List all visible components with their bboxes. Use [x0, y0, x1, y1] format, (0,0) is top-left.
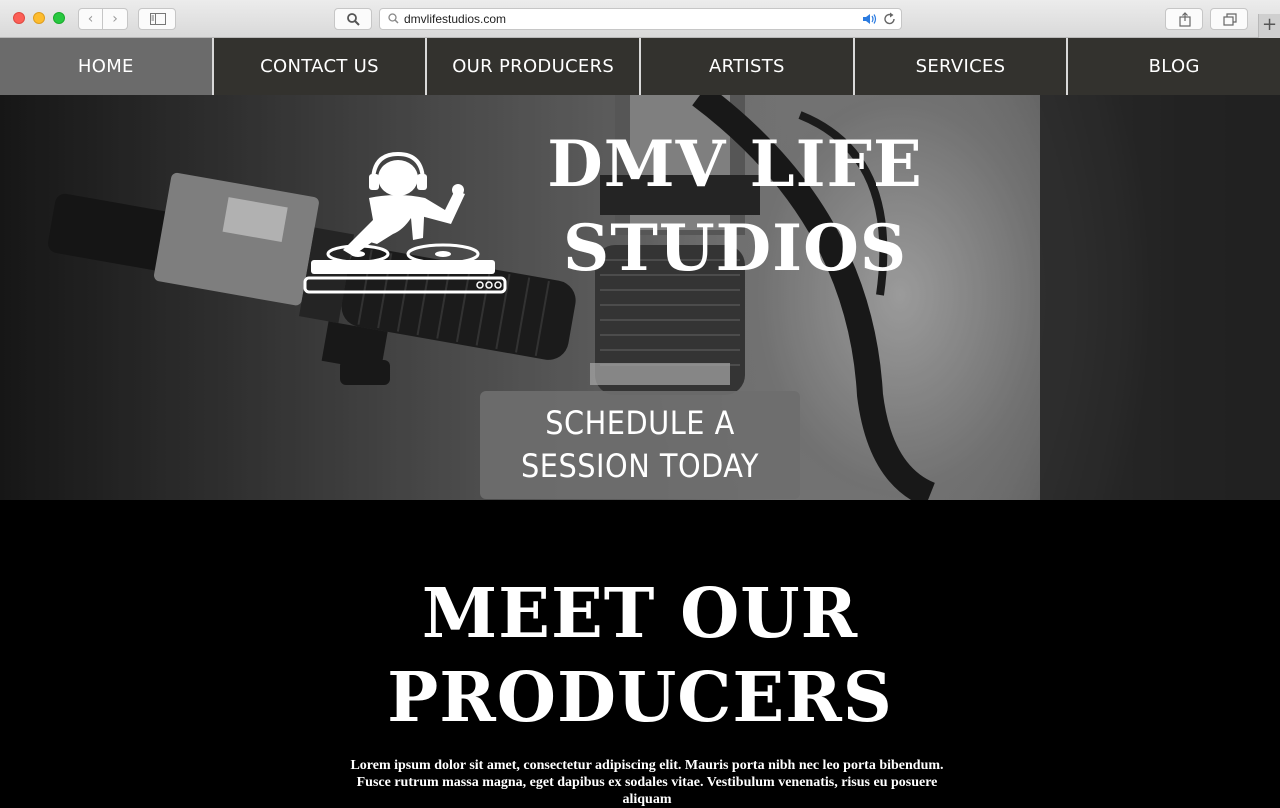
hero-section: DMV LIFE STUDIOS SCHEDULE A SESSION TODA… [0, 95, 1280, 500]
nav-item-label: CONTACT US [260, 56, 379, 77]
cta-label-line-2: SESSION TODAY [521, 447, 759, 485]
forward-button[interactable]: › [103, 8, 128, 30]
producers-section: MEET OUR PRODUCERS Lorem ipsum dolor sit… [0, 500, 1280, 807]
speaker-icon[interactable] [862, 13, 878, 25]
share-icon [1179, 12, 1191, 27]
dj-logo-icon [303, 151, 507, 294]
producers-title: MEET OUR PRODUCERS [340, 572, 940, 740]
nav-item-services[interactable]: SERVICES [854, 38, 1069, 95]
producers-title-line-1: MEET OUR [421, 574, 859, 654]
minimize-window-button[interactable] [33, 12, 45, 24]
nav-item-artists[interactable]: ARTISTS [641, 38, 855, 95]
cta-label-line-1: SCHEDULE A [545, 404, 735, 442]
chevron-right-icon: › [112, 11, 118, 27]
tabs-icon [1223, 13, 1237, 26]
nav-item-label: BLOG [1148, 56, 1200, 77]
producers-description: Lorem ipsum dolor sit amet, consectetur … [350, 758, 944, 807]
schedule-session-button[interactable]: SCHEDULE A SESSION TODAY [480, 391, 800, 499]
nav-item-contact-us[interactable]: CONTACT US [213, 38, 428, 95]
back-button[interactable]: ‹ [78, 8, 103, 30]
close-window-button[interactable] [13, 12, 25, 24]
hero-title-line-2: STUDIOS [562, 211, 908, 286]
site-navigation: HOME CONTACT US OUR PRODUCERS ARTISTS SE… [0, 38, 1280, 95]
search-icon [347, 13, 360, 26]
search-icon [388, 13, 399, 24]
address-bar[interactable]: dmvlifestudios.com [379, 8, 902, 30]
share-button[interactable] [1165, 8, 1203, 30]
nav-item-label: ARTISTS [708, 56, 785, 77]
nav-item-blog[interactable]: BLOG [1068, 38, 1280, 95]
reload-icon[interactable] [883, 12, 896, 26]
browser-toolbar: ‹ › dmvlifestudios.com + [0, 0, 1280, 38]
new-tab-button[interactable]: + [1258, 14, 1280, 38]
maximize-window-button[interactable] [53, 12, 65, 24]
nav-item-label: HOME [77, 56, 134, 77]
sidebar-icon [150, 13, 166, 25]
nav-item-label: SERVICES [915, 56, 1006, 77]
hero-title: DMV LIFE STUDIOS [510, 123, 960, 291]
nav-item-home[interactable]: HOME [0, 38, 214, 95]
nav-item-label: OUR PRODUCERS [452, 56, 615, 77]
producers-title-line-2: PRODUCERS [387, 658, 893, 738]
chevron-left-icon: ‹ [87, 11, 94, 27]
nav-item-our-producers[interactable]: OUR PRODUCERS [427, 38, 642, 95]
plus-icon: + [1261, 14, 1278, 35]
url-text: dmvlifestudios.com [404, 12, 507, 26]
hero-title-line-1: DMV LIFE [547, 127, 923, 202]
tab-overview-button[interactable] [1210, 8, 1248, 30]
sidebar-toggle-button[interactable] [138, 8, 176, 30]
search-button[interactable] [334, 8, 372, 30]
